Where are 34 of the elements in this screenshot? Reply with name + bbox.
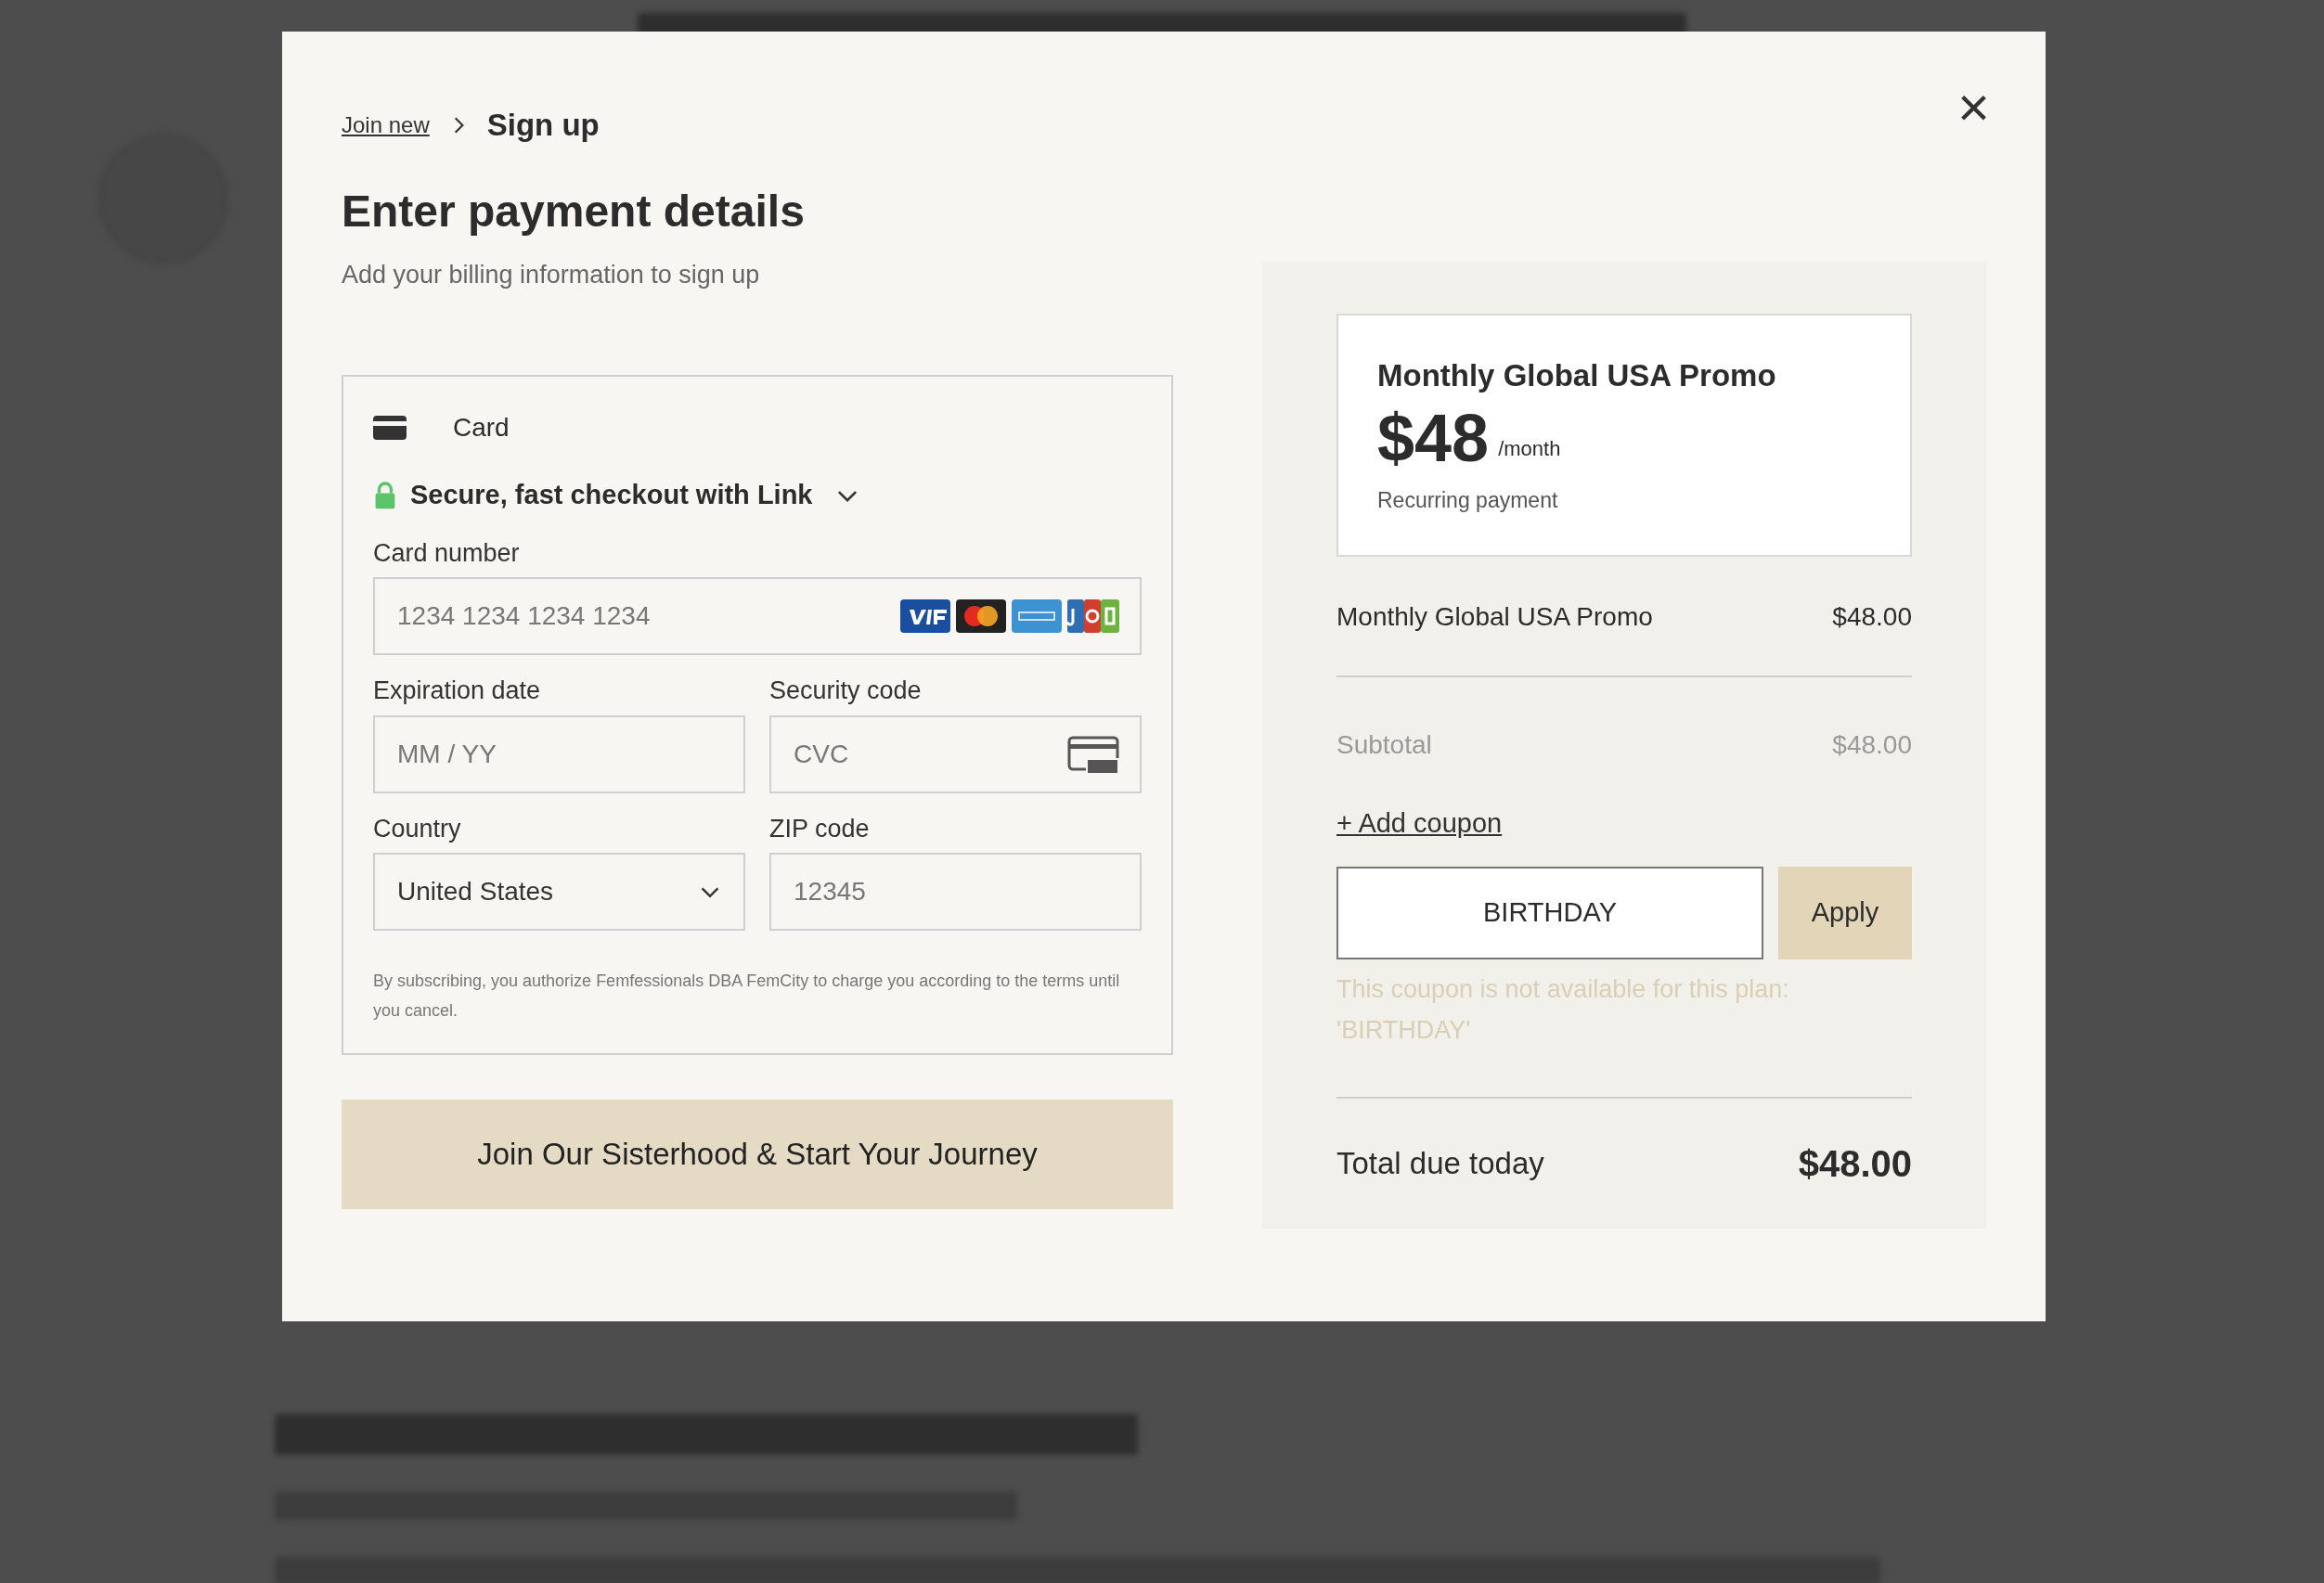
input-field[interactable]: 12345	[769, 853, 1142, 931]
submit-button[interactable]: Join Our Sisterhood & Start Your Journey	[342, 1100, 1173, 1209]
field-label: ZIP code	[769, 813, 871, 844]
breadcrumb-current: Sign up	[486, 107, 600, 144]
total-label: Total due today	[1336, 1144, 1544, 1182]
plan-period: /month	[1498, 435, 1561, 462]
line-item-label: Monthly Global USA Promo	[1336, 601, 1653, 633]
disclaimer-text: By subscribing, you authorize Femfessionals DBA FemCity to charge you according to the terms until you cancel.	[373, 971, 1121, 1022]
field-label: Country	[373, 813, 462, 844]
add-coupon-link[interactable]: + Add coupon	[1336, 804, 1503, 844]
line-item-amount: $48.00	[1832, 601, 1912, 633]
subtotal-label: Subtotal	[1336, 729, 1432, 761]
close-button[interactable]: ×	[1956, 80, 1990, 135]
total-amount: $48.00	[1798, 1141, 1912, 1186]
input-field[interactable]: CVC	[769, 714, 1142, 793]
field-label: Card number	[373, 537, 521, 569]
input-field[interactable]: MM / YY	[373, 714, 745, 793]
country-select[interactable]: United States	[373, 853, 745, 931]
link-checkout-toggle[interactable]: Secure, fast checkout with Link	[373, 475, 859, 516]
field-label: Expiration date	[373, 676, 542, 706]
plan-price: $48	[1377, 404, 1490, 471]
plan-name: Monthly Global USA Promo	[1377, 357, 1777, 394]
payment-method-label: Card	[453, 412, 510, 444]
apply-button[interactable]: Apply	[1778, 866, 1912, 959]
coupon-field[interactable]: BIRTHDAY	[1336, 866, 1763, 959]
card-icon	[373, 416, 407, 440]
field-label: Security code	[769, 676, 923, 706]
dialog-subtitle: Add your billing information to sign up	[342, 259, 761, 290]
lock-icon	[373, 480, 397, 510]
breadcrumb-link[interactable]: Join new	[342, 108, 430, 142]
subtotal-amount: $48.00	[1832, 729, 1912, 761]
plan-note: Recurring payment	[1377, 486, 1559, 514]
dialog-title: Enter payment details	[342, 185, 806, 238]
cvc-card-icon	[1067, 735, 1119, 773]
